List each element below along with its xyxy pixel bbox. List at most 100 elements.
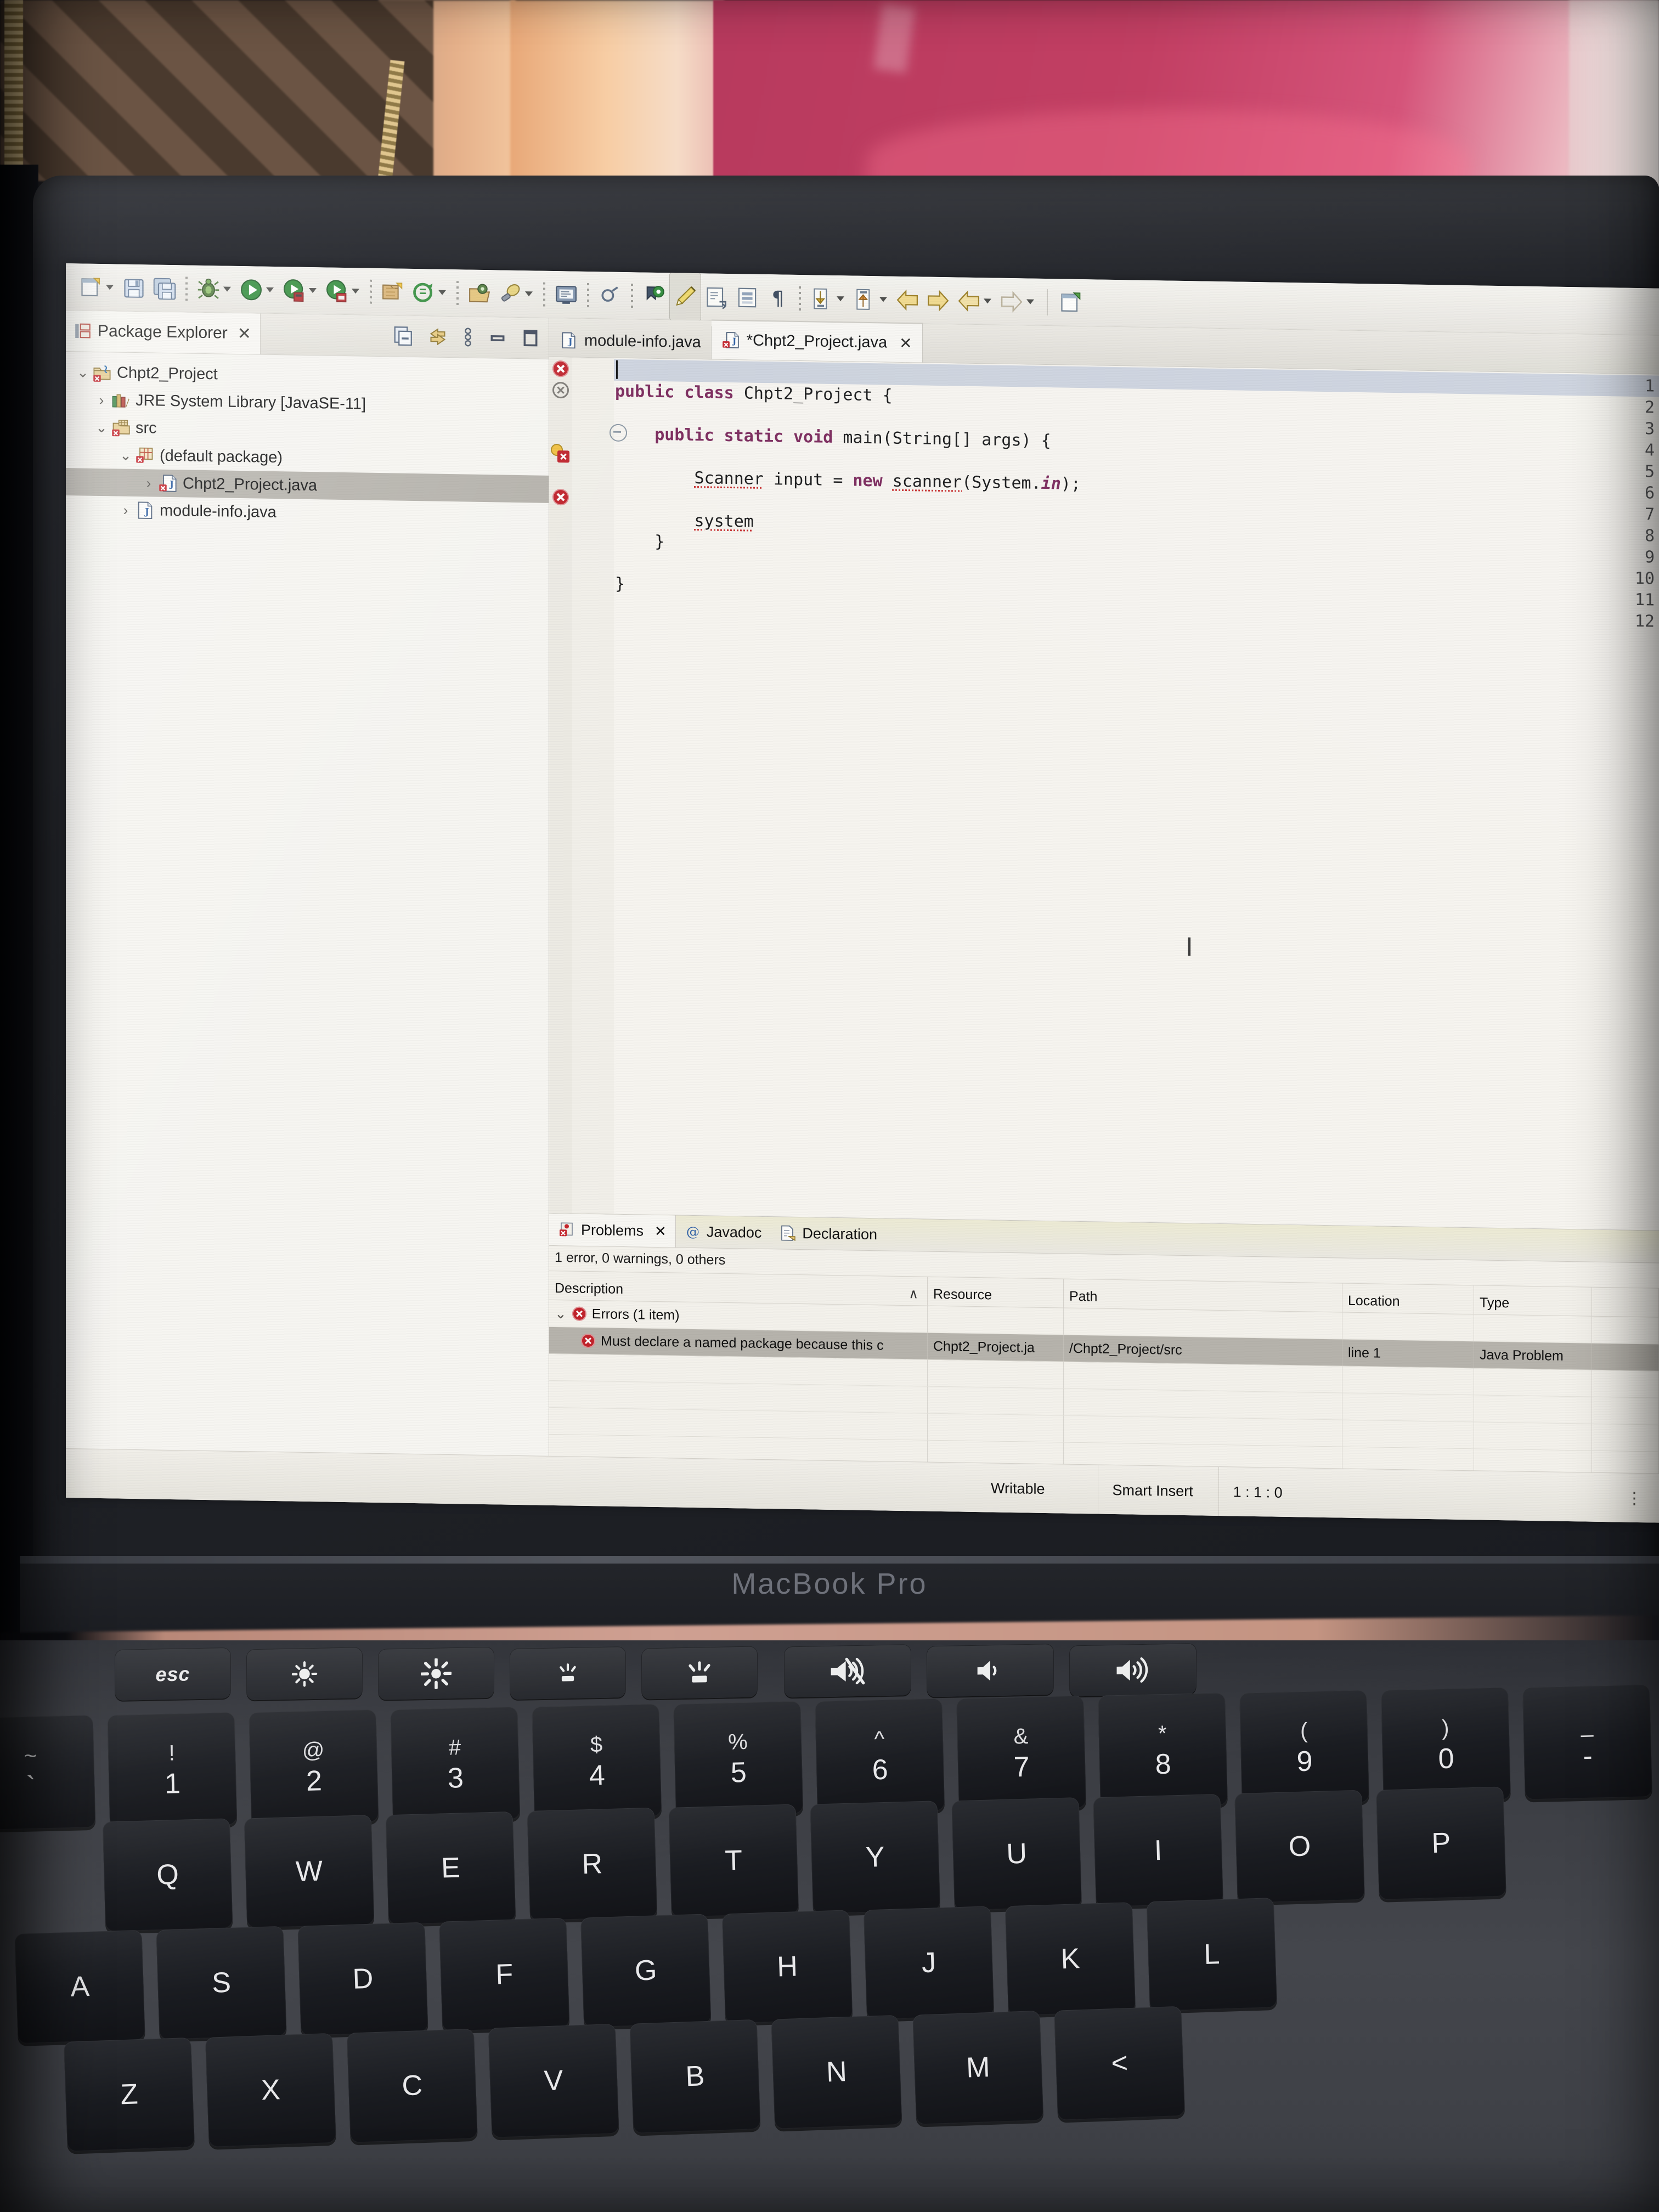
brightness-down-key[interactable] xyxy=(247,1647,362,1701)
save-all-button[interactable] xyxy=(149,264,180,312)
status-overflow-menu[interactable]: ⋮ xyxy=(1626,1488,1643,1508)
key-z[interactable]: Z xyxy=(64,2037,195,2152)
key-4[interactable]: $4 xyxy=(532,1703,662,1820)
problems-view[interactable]: Problems ✕ @ Javadoc Declaration 1 error… xyxy=(549,1213,1659,1479)
key-k[interactable]: K xyxy=(1005,1901,1136,2016)
code-editor[interactable]: 1 2 3 4 5 6 7 8 9 10 11 12 public class … xyxy=(549,357,1659,1231)
twisty-icon[interactable]: › xyxy=(92,392,111,408)
coverage-button[interactable] xyxy=(279,267,321,314)
column-header-location[interactable]: Location xyxy=(1342,1283,1474,1314)
previous-button[interactable] xyxy=(953,277,996,325)
link-button[interactable] xyxy=(595,272,625,319)
forward-button[interactable] xyxy=(923,276,953,324)
editor-area[interactable]: J module-info.java J *Chpt2_Project.java xyxy=(549,318,1659,1479)
key-c[interactable]: C xyxy=(346,2028,478,2143)
view-menu-icon[interactable] xyxy=(461,326,475,348)
key-m[interactable]: M xyxy=(912,2010,1044,2125)
twisty-icon[interactable]: › xyxy=(139,475,158,491)
key-f[interactable]: F xyxy=(439,1917,570,2032)
debug-dropdown-arrow[interactable] xyxy=(223,286,231,292)
fold-collapse-icon[interactable] xyxy=(610,424,627,442)
quickfix-marker-line-6[interactable] xyxy=(551,443,569,463)
key-<[interactable]: < xyxy=(1054,2006,1186,2120)
error-marker-line-2[interactable] xyxy=(552,381,569,399)
key-e[interactable]: E xyxy=(385,1811,516,1925)
tab-problems[interactable]: Problems ✕ xyxy=(549,1213,676,1248)
key-j[interactable]: J xyxy=(863,1905,995,2020)
close-icon[interactable]: ✕ xyxy=(238,324,251,343)
tab-chpt2-project-java[interactable]: J *Chpt2_Project.java ✕ xyxy=(711,319,923,363)
twisty-icon[interactable]: ⌄ xyxy=(74,364,92,380)
new-java-project-button[interactable] xyxy=(377,268,408,315)
column-header-path[interactable]: Path xyxy=(1064,1279,1342,1312)
new-wizard-button[interactable] xyxy=(76,263,119,311)
package-explorer-view[interactable]: Package Explorer ✕ ⌄ Chpt2_Project › JRE… xyxy=(66,311,549,1456)
key-x[interactable]: X xyxy=(205,2033,336,2147)
key-d[interactable]: D xyxy=(297,1922,428,2036)
keyboard-backlight-down-key[interactable] xyxy=(510,1647,625,1700)
package-explorer-toolbar[interactable] xyxy=(393,315,541,358)
key-p[interactable]: P xyxy=(1376,1786,1506,1900)
previous-edit-location-button[interactable] xyxy=(849,275,892,323)
problems-table[interactable]: Description ∧ Resource Path Location Typ… xyxy=(549,1270,1659,1479)
chevron-down-icon[interactable]: ⌄ xyxy=(555,1305,567,1322)
column-header-type[interactable]: Type xyxy=(1474,1285,1592,1316)
search-dropdown-arrow[interactable] xyxy=(525,291,533,297)
run-dropdown-arrow[interactable] xyxy=(266,287,274,292)
next-annotation-button[interactable] xyxy=(701,273,732,321)
source-code[interactable]: public class Chpt2_Project { public stat… xyxy=(615,358,1654,1231)
esc-key[interactable]: esc xyxy=(115,1647,230,1701)
keyboard-backlight-up-key[interactable] xyxy=(642,1646,757,1700)
column-header-description[interactable]: Description ∧ xyxy=(549,1271,928,1306)
sort-ascending-icon[interactable]: ∧ xyxy=(909,1286,918,1302)
maximize-view-icon[interactable] xyxy=(520,328,541,349)
key-v[interactable]: V xyxy=(488,2024,619,2138)
show-whitespace-button[interactable]: ¶ xyxy=(763,274,793,321)
key-r[interactable]: R xyxy=(527,1808,658,1921)
key-y[interactable]: Y xyxy=(810,1801,940,1914)
close-icon[interactable]: ✕ xyxy=(654,1222,667,1239)
key-`[interactable]: ~ ` xyxy=(0,1714,96,1831)
key-q[interactable]: Q xyxy=(102,1818,233,1932)
run-last-tool-button[interactable] xyxy=(321,267,364,315)
run-last-tool-dropdown-arrow[interactable] xyxy=(352,289,359,294)
tab-declaration[interactable]: Declaration xyxy=(770,1217,886,1250)
mark-occurrences-button[interactable] xyxy=(669,272,701,321)
key-a[interactable]: A xyxy=(14,1929,145,2044)
brightness-up-key[interactable] xyxy=(379,1647,494,1700)
open-type-button[interactable] xyxy=(464,269,495,317)
next-dropdown-arrow[interactable] xyxy=(1026,299,1034,304)
key-b[interactable]: B xyxy=(629,2019,761,2134)
block-selection-button[interactable] xyxy=(732,274,763,321)
coverage-dropdown-arrow[interactable] xyxy=(309,287,317,294)
error-marker-line-1[interactable] xyxy=(552,360,569,377)
console-button[interactable] xyxy=(551,270,582,318)
search-button[interactable] xyxy=(495,270,538,318)
close-icon[interactable]: ✕ xyxy=(899,334,912,352)
tab-module-info-java[interactable]: J module-info.java xyxy=(549,323,712,359)
key-l[interactable]: L xyxy=(1146,1898,1277,2012)
skip-breakpoints-button[interactable] xyxy=(639,272,669,320)
twisty-icon[interactable]: ⌄ xyxy=(92,419,111,436)
key-o[interactable]: O xyxy=(1234,1790,1365,1904)
column-header-resource[interactable]: Resource xyxy=(928,1277,1064,1308)
tab-package-explorer[interactable]: Package Explorer ✕ xyxy=(66,311,261,354)
debug-button[interactable] xyxy=(193,265,236,313)
key-h[interactable]: H xyxy=(722,1910,853,2024)
next-edit-location-button[interactable] xyxy=(806,275,849,323)
next-button[interactable] xyxy=(996,278,1039,325)
new-wizard-dropdown-arrow[interactable] xyxy=(106,285,114,290)
key-s[interactable]: S xyxy=(156,1926,287,2040)
next-edit-dropdown-arrow[interactable] xyxy=(837,296,844,302)
key-w[interactable]: W xyxy=(244,1814,375,1928)
key-n[interactable]: N xyxy=(771,2015,902,2129)
key-i[interactable]: I xyxy=(1093,1793,1223,1907)
collapse-all-icon[interactable] xyxy=(393,325,415,347)
previous-edit-dropdown-arrow[interactable] xyxy=(879,297,887,302)
run-button[interactable] xyxy=(236,266,279,313)
tab-javadoc[interactable]: @ Javadoc xyxy=(676,1215,771,1249)
minimize-view-icon[interactable] xyxy=(487,327,508,348)
new-java-class-dropdown-arrow[interactable] xyxy=(438,290,446,295)
new-java-class-button[interactable] xyxy=(408,268,451,316)
key-3[interactable]: #3 xyxy=(390,1706,521,1822)
